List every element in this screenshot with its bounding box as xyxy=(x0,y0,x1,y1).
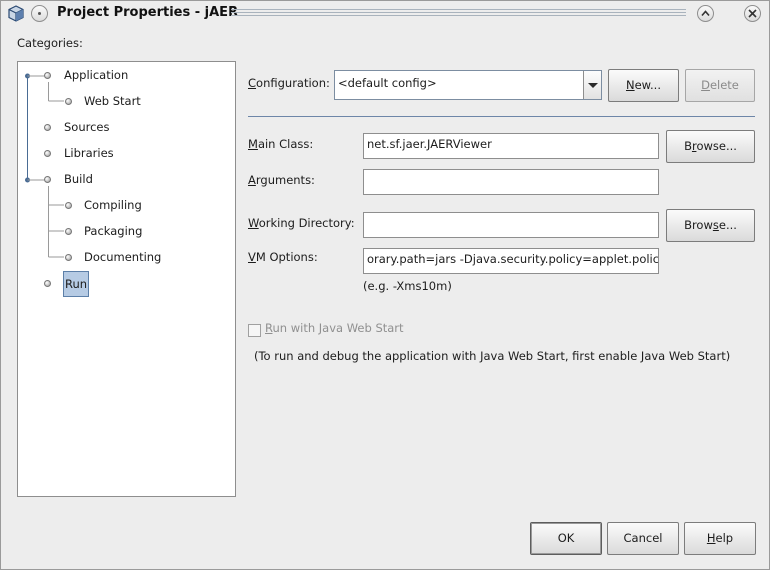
tree-item-sources[interactable]: Sources xyxy=(64,117,110,137)
web-start-checkbox-label[interactable]: Run with Java Web Start xyxy=(265,321,404,335)
tree-node-icon xyxy=(44,176,51,183)
label-text: M Options: xyxy=(255,250,318,264)
cube-icon xyxy=(8,5,24,22)
project-properties-dialog: Project Properties - jAER Categories: Ap… xyxy=(0,0,770,570)
tree-node-icon xyxy=(44,280,51,287)
vm-options-input[interactable]: orary.path=jars -Djava.security.policy=a… xyxy=(363,248,659,274)
tree-item-label: Libraries xyxy=(64,146,114,160)
cancel-button[interactable]: Cancel xyxy=(607,522,679,555)
tree-item-application[interactable]: Application xyxy=(64,65,128,85)
mnemonic: C xyxy=(248,76,257,90)
close-icon[interactable] xyxy=(744,5,761,22)
categories-tree[interactable]: Application Web Start Sources Libraries … xyxy=(17,61,236,497)
working-directory-input[interactable] xyxy=(363,212,659,238)
web-start-checkbox[interactable] xyxy=(248,324,261,337)
tree-item-label: Compiling xyxy=(84,198,142,212)
label-text: e... xyxy=(718,218,737,232)
label-text: Brow xyxy=(684,218,713,232)
delete-config-button[interactable]: Delete xyxy=(685,69,755,102)
tree-node-icon xyxy=(44,72,51,79)
tree-item-web-start[interactable]: Web Start xyxy=(84,91,141,111)
tree-node-icon xyxy=(65,202,72,209)
tree-node-icon xyxy=(44,150,51,157)
chevron-up-icon[interactable] xyxy=(697,5,714,22)
label-text: B xyxy=(684,139,692,153)
vm-options-label: VM Options: xyxy=(248,250,318,264)
help-button[interactable]: Help xyxy=(684,522,756,555)
window-title: Project Properties - jAER xyxy=(57,5,239,20)
tree-node-icon xyxy=(65,228,72,235)
label-text: ew... xyxy=(634,78,661,92)
label-text: elp xyxy=(715,531,734,545)
arguments-input[interactable] xyxy=(363,169,659,195)
categories-label: Categories: xyxy=(17,36,83,50)
label-text: onfiguration: xyxy=(256,76,330,90)
browse-working-directory-button[interactable]: Browse... xyxy=(666,209,755,242)
tree-node-icon xyxy=(65,98,72,105)
tree-item-label: Application xyxy=(64,68,129,82)
arguments-label: Arguments: xyxy=(248,173,315,187)
tree-item-compiling[interactable]: Compiling xyxy=(84,195,142,215)
tree-item-documenting[interactable]: Documenting xyxy=(84,247,161,267)
configuration-label: Configuration: xyxy=(248,76,330,90)
tree-item-label: Packaging xyxy=(84,224,143,238)
tree-item-label: Run xyxy=(65,277,88,291)
chevron-down-icon[interactable] xyxy=(583,71,601,99)
tree-item-label: Build xyxy=(64,172,93,186)
mnemonic: V xyxy=(248,250,256,264)
mnemonic: H xyxy=(706,531,716,545)
working-directory-label: Working Directory: xyxy=(248,216,355,230)
label-text: elete xyxy=(709,78,739,92)
label-text: orking Directory: xyxy=(258,216,355,230)
tree-node-icon xyxy=(65,254,72,261)
label-text: rguments: xyxy=(255,173,315,187)
configuration-select[interactable]: <default config> xyxy=(334,70,602,100)
tree-item-build[interactable]: Build xyxy=(64,169,93,189)
tree-item-libraries[interactable]: Libraries xyxy=(64,143,114,163)
mnemonic: M xyxy=(248,137,258,151)
tree-item-packaging[interactable]: Packaging xyxy=(84,221,142,241)
separator xyxy=(248,116,755,117)
new-config-button[interactable]: New... xyxy=(608,69,679,102)
window-menu-icon[interactable] xyxy=(31,5,48,22)
main-class-input[interactable]: net.sf.jaer.JAERViewer xyxy=(363,133,659,159)
mnemonic: W xyxy=(248,216,259,230)
title-bar[interactable]: Project Properties - jAER xyxy=(1,1,769,26)
tree-item-label: Web Start xyxy=(84,94,141,108)
tree-item-run[interactable]: Run xyxy=(63,271,90,297)
label-text: owse... xyxy=(696,139,737,153)
ok-button[interactable]: OK xyxy=(530,522,602,555)
browse-main-class-button[interactable]: Browse... xyxy=(666,130,755,163)
label-text: ain Class: xyxy=(257,137,314,151)
main-class-label: Main Class: xyxy=(248,137,313,151)
label-text: un with Java Web Start xyxy=(272,321,404,335)
tree-item-label: Sources xyxy=(64,120,110,134)
mnemonic: N xyxy=(625,78,635,92)
web-start-note: (To run and debug the application with J… xyxy=(254,349,731,363)
configuration-value: <default config> xyxy=(338,76,437,90)
tree-item-label: Documenting xyxy=(84,250,162,264)
mnemonic: D xyxy=(701,78,710,92)
title-decoration xyxy=(231,9,686,18)
vm-options-hint: (e.g. -Xms10m) xyxy=(363,279,452,293)
tree-node-icon xyxy=(44,124,51,131)
mnemonic: A xyxy=(248,173,256,187)
